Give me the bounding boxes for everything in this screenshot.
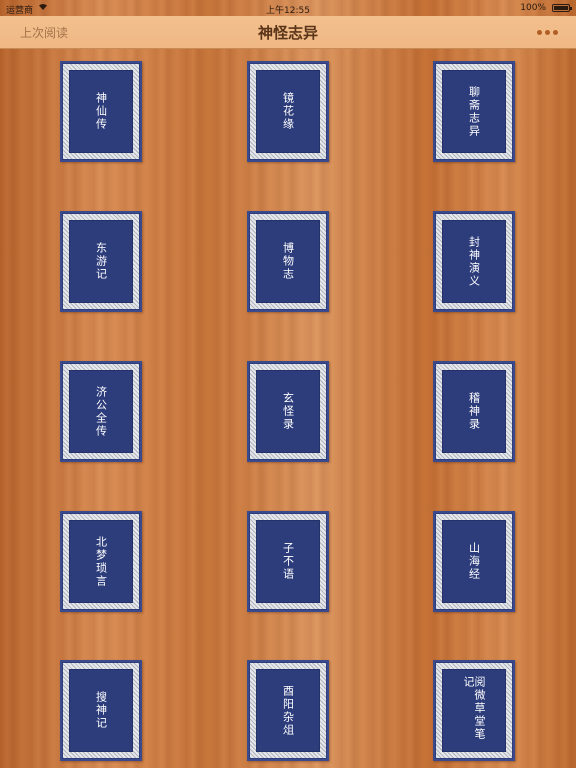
page-title: 神怪志异 [257,24,318,42]
book-cover[interactable]: 搜神记 [60,660,142,761]
book-title: 镜花缘 [281,92,295,131]
book-title: 博物志 [281,242,295,281]
book-cover[interactable]: 济公全传 [60,361,142,462]
book-cover[interactable]: 东游记 [60,211,142,312]
book-cover[interactable]: 聊斋志异 [433,61,515,162]
book-cover[interactable]: 博物志 [247,211,329,312]
book-cover[interactable]: 阅微草堂笔记 [433,660,515,761]
book-title: 聊斋志异 [467,85,481,138]
book-title: 封神演义 [467,235,481,288]
battery-icon [552,4,572,12]
book-title: 阅微草堂笔记 [462,676,486,741]
book-cover[interactable]: 酉阳杂俎 [247,660,329,761]
book-title: 东游记 [94,242,108,281]
book-title: 稽神录 [467,392,481,431]
book-cover[interactable]: 镜花缘 [247,61,329,162]
book-title: 济公全传 [94,385,108,438]
book-title: 玄怪录 [281,392,295,431]
book-cover[interactable]: 北梦琐言 [60,511,142,612]
book-cover[interactable]: 子不语 [247,511,329,612]
status-bar: 运营商 上午12:55 100% [0,0,576,16]
status-time: 上午12:55 [266,6,310,16]
book-title: 神仙传 [94,92,108,131]
more-options-icon[interactable] [537,30,558,35]
book-cover[interactable]: 玄怪录 [247,361,329,462]
book-title: 北梦琐言 [94,535,108,588]
book-title: 酉阳杂俎 [281,684,295,737]
book-cover[interactable]: 神仙传 [60,61,142,162]
book-cover[interactable]: 封神演义 [433,211,515,312]
book-cover[interactable]: 稽神录 [433,361,515,462]
book-title: 山海经 [467,542,481,581]
book-title: 搜神记 [94,691,108,730]
battery-percent: 100% [520,3,546,13]
book-cover[interactable]: 山海经 [433,511,515,612]
book-title: 子不语 [281,542,295,581]
navigation-bar: 上次阅读 神怪志异 [0,16,576,49]
